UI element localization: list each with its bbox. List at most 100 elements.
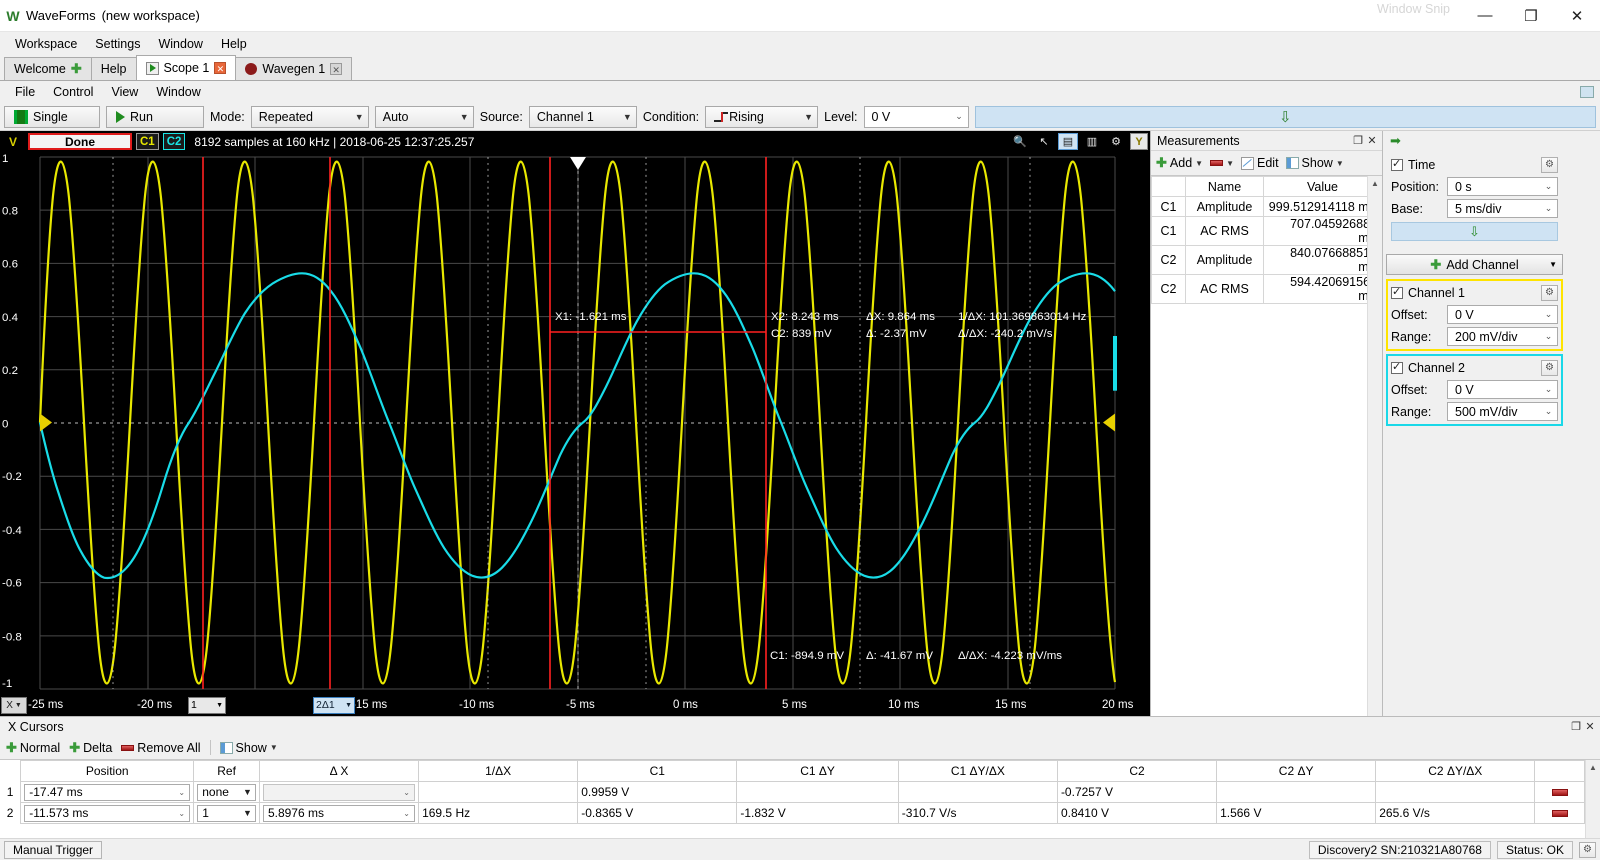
show-cursors-button[interactable]: Show ▼ bbox=[220, 741, 278, 755]
close-button[interactable]: ✕ bbox=[1554, 0, 1600, 32]
time-position-slider[interactable]: ⇩ bbox=[1391, 222, 1558, 241]
measurements-close-icon[interactable]: ✕ bbox=[1365, 134, 1379, 148]
tab-wavegen-1-close-icon[interactable]: ✕ bbox=[330, 63, 342, 75]
settings-panel-top: ➡ bbox=[1386, 131, 1563, 151]
channel-1-gear-icon[interactable]: ⚙ bbox=[1541, 285, 1558, 301]
time-enable-checkbox[interactable] bbox=[1391, 159, 1403, 171]
table-row[interactable]: C1 Amplitude 999.512914118 mV bbox=[1152, 197, 1382, 217]
vruler-icon[interactable]: ▥ bbox=[1082, 133, 1102, 150]
waveform-plot[interactable]: 10.80.6 0.40.20 -0.2-0.4-0.6 -0.8-1 bbox=[0, 152, 1150, 694]
tab-help[interactable]: Help bbox=[91, 57, 137, 80]
source-select[interactable]: Channel 1 ▼ bbox=[529, 106, 637, 128]
scope-menu-view[interactable]: View bbox=[102, 83, 147, 101]
add-channel-button[interactable]: ✚ Add Channel ▼ bbox=[1386, 254, 1563, 275]
tab-scope-1-label: Scope 1 bbox=[164, 61, 210, 75]
collapse-arrow-icon[interactable]: ➡ bbox=[1390, 133, 1401, 149]
channel-1-offset-input[interactable]: 0 V ⌄ bbox=[1447, 305, 1558, 324]
mode-select[interactable]: Repeated ▼ bbox=[251, 106, 369, 128]
table-row[interactable]: C2 Amplitude 840.076688519 mV bbox=[1152, 246, 1382, 275]
add-delta-cursor-button[interactable]: ✚ Delta bbox=[69, 740, 112, 756]
tab-scope-1-close-icon[interactable]: ✕ bbox=[214, 62, 226, 74]
cursor-1-dx-input[interactable]: ⌄ bbox=[263, 784, 415, 801]
add-normal-cursor-button[interactable]: ✚ Normal bbox=[6, 740, 60, 756]
x-cursors-table-wrap: Position Ref Δ X 1/ΔX C1 C1 ΔY C1 ΔY/ΔX … bbox=[0, 759, 1600, 838]
app-logo-icon: W bbox=[0, 8, 26, 24]
tab-wavegen-1[interactable]: Wavegen 1 ✕ bbox=[235, 57, 352, 80]
condition-select[interactable]: Rising ▼ bbox=[705, 106, 818, 128]
tab-scope-1[interactable]: Scope 1 ✕ bbox=[136, 55, 237, 80]
scope-menu-bar: File Control View Window bbox=[0, 81, 1600, 103]
channel-2-chip[interactable]: C2 bbox=[163, 133, 186, 150]
chevron-down-icon: ▼ bbox=[351, 112, 368, 122]
cursor-1-selector[interactable]: 1 ▼ bbox=[188, 697, 226, 714]
hruler-icon[interactable]: ▤ bbox=[1058, 133, 1078, 150]
table-row[interactable]: C2 AC RMS 594.420691567 mV bbox=[1152, 275, 1382, 304]
trigger-mode-select[interactable]: Auto ▼ bbox=[375, 106, 474, 128]
channel-1-range-input[interactable]: 200 mV/div ⌄ bbox=[1447, 327, 1558, 346]
scope-menu-file[interactable]: File bbox=[6, 83, 44, 101]
cursor-2-ref-select[interactable]: 1 ▼ bbox=[197, 805, 256, 822]
edit-measurement-button[interactable]: Edit bbox=[1241, 156, 1279, 170]
level-input[interactable]: 0 V ⌄ bbox=[864, 106, 969, 128]
x-cursors-close-icon[interactable]: ✕ bbox=[1583, 720, 1597, 734]
channel-1-chip[interactable]: C1 bbox=[136, 133, 159, 150]
x-cursors-scrollbar[interactable]: ▲ bbox=[1585, 760, 1600, 838]
measurements-float-icon[interactable]: ❐ bbox=[1351, 134, 1365, 148]
minimize-button[interactable]: — bbox=[1462, 0, 1508, 32]
menu-item-window[interactable]: Window bbox=[149, 34, 211, 54]
cursor-2-selector[interactable]: 2Δ1 ▼ bbox=[313, 697, 355, 714]
cursor-1-position-input[interactable]: -17.47 ms ⌄ bbox=[24, 784, 190, 801]
scroll-up-icon[interactable]: ▲ bbox=[1586, 760, 1600, 775]
channel-2-gear-icon[interactable]: ⚙ bbox=[1541, 360, 1558, 376]
single-button[interactable]: Single bbox=[4, 106, 100, 128]
menu-item-workspace[interactable]: Workspace bbox=[6, 34, 86, 54]
panel-restore-icon[interactable] bbox=[1580, 86, 1594, 98]
cursor-2-position-input[interactable]: -11.573 ms ⌄ bbox=[24, 805, 190, 822]
scope-menu-window[interactable]: Window bbox=[147, 83, 209, 101]
row-c2-dydx: 265.6 V/s bbox=[1376, 803, 1535, 824]
maximize-button[interactable]: ❐ bbox=[1508, 0, 1554, 32]
caret-down-icon: ▼ bbox=[1336, 159, 1344, 168]
add-measurement-button[interactable]: ✚ Add ▼ bbox=[1156, 155, 1203, 171]
chevron-down-icon: ▼ bbox=[216, 702, 223, 709]
table-row[interactable]: 2 -11.573 ms ⌄ 1 ▼ bbox=[0, 803, 1585, 824]
tab-welcome[interactable]: Welcome ✚ bbox=[4, 57, 92, 80]
cursor-2-dx-input[interactable]: 5.8976 ms ⌄ bbox=[263, 805, 415, 822]
table-row[interactable]: C1 AC RMS 707.045926888 mV bbox=[1152, 217, 1382, 246]
channel-2-range-input[interactable]: 500 mV/div ⌄ bbox=[1447, 402, 1558, 421]
run-button[interactable]: Run bbox=[106, 106, 204, 128]
tab-wavegen-1-label: Wavegen 1 bbox=[262, 62, 325, 76]
remove-measurement-button[interactable]: ▼ bbox=[1210, 159, 1234, 168]
x-cursors-float-icon[interactable]: ❐ bbox=[1569, 720, 1583, 734]
zoom-icon[interactable]: 🔍 bbox=[1010, 133, 1030, 150]
scroll-up-icon[interactable]: ▲ bbox=[1368, 176, 1382, 191]
remove-all-cursors-button[interactable]: Remove All bbox=[121, 741, 200, 755]
measurements-scrollbar[interactable]: ▲ bbox=[1367, 176, 1382, 716]
manual-trigger-button[interactable]: Manual Trigger bbox=[4, 841, 102, 859]
cursor-1-selector-label: 1 bbox=[191, 699, 197, 711]
trigger-level-slider[interactable]: ⇩ bbox=[975, 106, 1597, 128]
cursor-1-ref-select[interactable]: none ▼ bbox=[197, 784, 256, 801]
show-measurement-button[interactable]: Show ▼ bbox=[1286, 156, 1344, 170]
menu-item-help[interactable]: Help bbox=[212, 34, 256, 54]
y-axis-button[interactable]: Y bbox=[1130, 133, 1148, 150]
status-gear-icon[interactable]: ⚙ bbox=[1579, 842, 1596, 858]
delete-cursor-2-button[interactable] bbox=[1552, 810, 1568, 817]
menu-item-settings[interactable]: Settings bbox=[86, 34, 149, 54]
col-c1-dydx: C1 ΔY/ΔX bbox=[898, 761, 1057, 782]
gear-icon[interactable]: ⚙ bbox=[1106, 133, 1126, 150]
app-title: WaveForms bbox=[26, 8, 96, 23]
time-base-input[interactable]: 5 ms/div ⌄ bbox=[1447, 199, 1558, 218]
channel-2-range-label: Range: bbox=[1391, 405, 1443, 419]
time-gear-icon[interactable]: ⚙ bbox=[1541, 157, 1558, 173]
scope-menu-control[interactable]: Control bbox=[44, 83, 102, 101]
table-row[interactable]: 1 -17.47 ms ⌄ none ▼ bbox=[0, 782, 1585, 803]
channel-1-enable-checkbox[interactable] bbox=[1391, 287, 1403, 299]
x-cursors-header: X Cursors ❐ ✕ bbox=[0, 717, 1600, 736]
channel-2-offset-input[interactable]: 0 V ⌄ bbox=[1447, 380, 1558, 399]
time-position-input[interactable]: 0 s ⌄ bbox=[1447, 177, 1558, 196]
x-axis-button[interactable]: X ▼ bbox=[1, 697, 27, 714]
cursor-icon[interactable]: ↖ bbox=[1034, 133, 1054, 150]
channel-2-enable-checkbox[interactable] bbox=[1391, 362, 1403, 374]
delete-cursor-1-button[interactable] bbox=[1552, 789, 1568, 796]
